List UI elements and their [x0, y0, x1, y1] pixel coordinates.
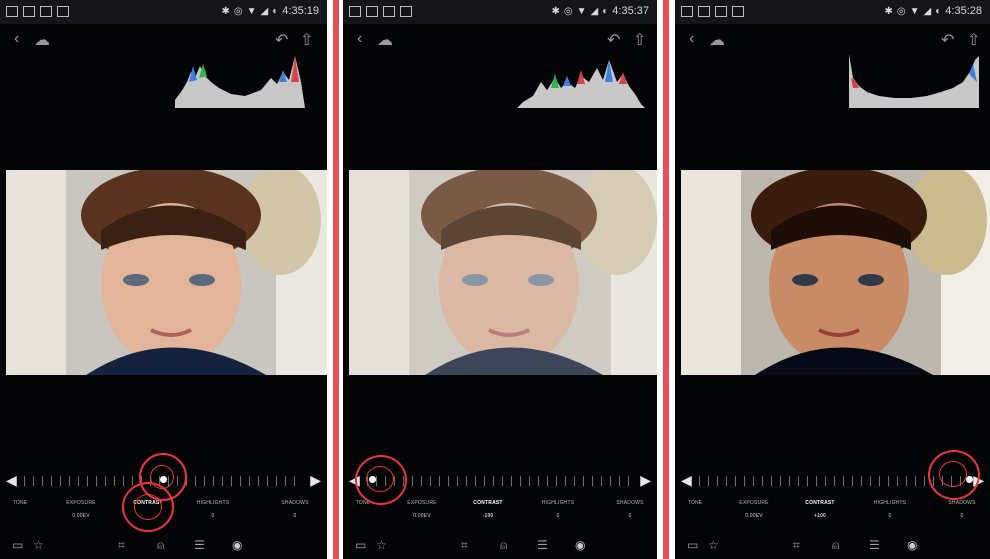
adjust-exposure[interactable]: EXPOSURE 0.00EV — [399, 500, 445, 519]
adjust-shadows[interactable]: SHADOWS 0 — [605, 500, 655, 519]
adjust-contrast[interactable]: CONTRAST -100 — [465, 500, 511, 519]
crop-icon[interactable]: ⌗ — [118, 538, 125, 553]
screen-2: ✱ ◎ ▼ ◢ ◐ 4:35:37 ‹ ☁ ↶ ⇧ ◀ ▶ TONE EXPOS… — [339, 0, 663, 559]
adjust-tone[interactable]: TONE — [0, 500, 40, 513]
rating-icon[interactable]: ☆ — [708, 538, 719, 552]
wifi-icon: ▼ — [246, 5, 257, 17]
adjust-shadows[interactable]: SHADOWS 0 — [270, 500, 320, 519]
wifi-icon: ▼ — [909, 5, 920, 17]
presets-icon[interactable]: ⍝ — [832, 538, 839, 553]
share-icon[interactable]: ⇧ — [967, 30, 980, 50]
cloud-sync-icon[interactable]: ☁ — [377, 30, 393, 50]
slider-left-arrow-icon[interactable]: ◀ — [6, 472, 17, 489]
photo-preview — [6, 170, 327, 375]
share-icon[interactable]: ⇧ — [300, 30, 313, 50]
bottom-toolbar: ▭ ☆ ⌗ ⍝ ☰ ◉ — [343, 535, 657, 559]
screen-3: ✱ ◎ ▼ ◢ ◐ 4:35:28 ‹ ☁ ↶ ⇧ ◀ ▶ TONE EXPOS… — [669, 0, 990, 559]
bluetooth-icon: ✱ — [551, 5, 560, 17]
slider-right-arrow-icon[interactable]: ▶ — [640, 472, 651, 489]
photo-preview — [681, 170, 990, 375]
battery-icon: ◐ — [272, 5, 279, 17]
screen-1: ✱ ◎ ▼ ◢ ◐ 4:35:19 ‹ ☁ ↶ ⇧ ◀ ▶ TONE EXPOS… — [0, 0, 333, 559]
status-right: ✱ ◎ ▼ ◢ ◐ 4:35:19 — [222, 5, 319, 17]
bottom-toolbar: ▭ ☆ ⌗ ⍝ ☰ ◉ — [0, 535, 327, 559]
selective-icon[interactable]: ◉ — [575, 538, 585, 552]
histogram — [849, 54, 979, 108]
adjust-strip: TONE EXPOSURE 0.00EV CONTRAST +100 HIGHLIG… — [675, 500, 990, 530]
crop-icon[interactable]: ⌗ — [793, 538, 800, 553]
bluetooth-icon: ✱ — [221, 5, 230, 17]
signal-icon: ◢ — [260, 5, 269, 17]
histogram — [175, 56, 305, 108]
highlight-ring-inner — [366, 466, 394, 492]
notification-icons — [6, 6, 69, 17]
crop-icon[interactable]: ⌗ — [461, 538, 468, 553]
back-arrow-icon[interactable]: ‹ — [14, 30, 19, 48]
adjust-icon[interactable]: ☰ — [537, 538, 548, 552]
alarm-icon: ◎ — [896, 5, 906, 17]
selective-icon[interactable]: ◉ — [232, 538, 242, 552]
signal-icon: ◢ — [923, 5, 932, 17]
clock: 4:35:19 — [282, 5, 319, 17]
notification-icons — [349, 6, 412, 17]
back-arrow-icon[interactable]: ‹ — [357, 30, 362, 48]
comment-icon[interactable]: ▭ — [355, 538, 366, 552]
slider-track[interactable] — [699, 476, 966, 486]
comment-icon[interactable]: ▭ — [12, 538, 23, 552]
presets-icon[interactable]: ⍝ — [500, 538, 507, 553]
bottom-toolbar: ▭ ☆ ⌗ ⍝ ☰ ◉ — [675, 535, 990, 559]
slider-right-arrow-icon[interactable]: ▶ — [310, 472, 321, 489]
presets-icon[interactable]: ⍝ — [157, 538, 164, 553]
status-bar: ✱ ◎ ▼ ◢ ◐ 4:35:19 — [0, 0, 327, 24]
undo-icon[interactable]: ↶ — [607, 30, 620, 50]
selective-icon[interactable]: ◉ — [907, 538, 917, 552]
undo-icon[interactable]: ↶ — [275, 30, 288, 50]
status-bar: ✱ ◎ ▼ ◢ ◐ 4:35:28 — [675, 0, 990, 24]
cloud-sync-icon[interactable]: ☁ — [34, 30, 50, 50]
clock: 4:35:37 — [612, 5, 649, 17]
histogram — [517, 60, 645, 108]
comment-icon[interactable]: ▭ — [687, 538, 698, 552]
highlight-ring-inner — [939, 461, 967, 487]
rating-icon[interactable]: ☆ — [376, 538, 387, 552]
adjust-tone[interactable]: TONE — [675, 500, 715, 513]
alarm-icon: ◎ — [233, 5, 243, 17]
adjust-icon[interactable]: ☰ — [869, 538, 880, 552]
adjust-exposure[interactable]: EXPOSURE 0.00EV — [731, 500, 777, 519]
adjust-exposure[interactable]: EXPOSURE 0.00EV — [58, 500, 104, 519]
battery-icon: ◐ — [602, 5, 609, 17]
back-arrow-icon[interactable]: ‹ — [689, 30, 694, 48]
photo-preview — [349, 170, 657, 375]
adjust-contrast[interactable]: CONTRAST +100 — [797, 500, 843, 519]
battery-icon: ◐ — [935, 5, 942, 17]
slider-left-arrow-icon[interactable]: ◀ — [681, 472, 692, 489]
highlight-ring-inner — [134, 494, 162, 520]
adjust-highlights[interactable]: HIGHLIGHTS 0 — [533, 500, 583, 519]
share-icon[interactable]: ⇧ — [633, 30, 646, 50]
status-right: ✱ ◎ ▼ ◢ ◐ 4:35:28 — [885, 5, 982, 17]
status-right: ✱ ◎ ▼ ◢ ◐ 4:35:37 — [552, 5, 649, 17]
adjust-strip: TONE EXPOSURE 0.00EV CONTRAST -100 HIGHLIG… — [343, 500, 657, 530]
signal-icon: ◢ — [590, 5, 599, 17]
bluetooth-icon: ✱ — [884, 5, 893, 17]
status-bar: ✱ ◎ ▼ ◢ ◐ 4:35:37 — [343, 0, 657, 24]
adjust-highlights[interactable]: HIGHLIGHTS 0 — [188, 500, 238, 519]
cloud-sync-icon[interactable]: ☁ — [709, 30, 725, 50]
adjust-highlights[interactable]: HIGHLIGHTS 0 — [865, 500, 915, 519]
adjust-icon[interactable]: ☰ — [194, 538, 205, 552]
wifi-icon: ▼ — [576, 5, 587, 17]
rating-icon[interactable]: ☆ — [33, 538, 44, 552]
clock: 4:35:28 — [945, 5, 982, 17]
notification-icons — [681, 6, 744, 17]
alarm-icon: ◎ — [563, 5, 573, 17]
undo-icon[interactable]: ↶ — [941, 30, 954, 50]
adjust-shadows[interactable]: SHADOWS 0 — [937, 500, 987, 519]
